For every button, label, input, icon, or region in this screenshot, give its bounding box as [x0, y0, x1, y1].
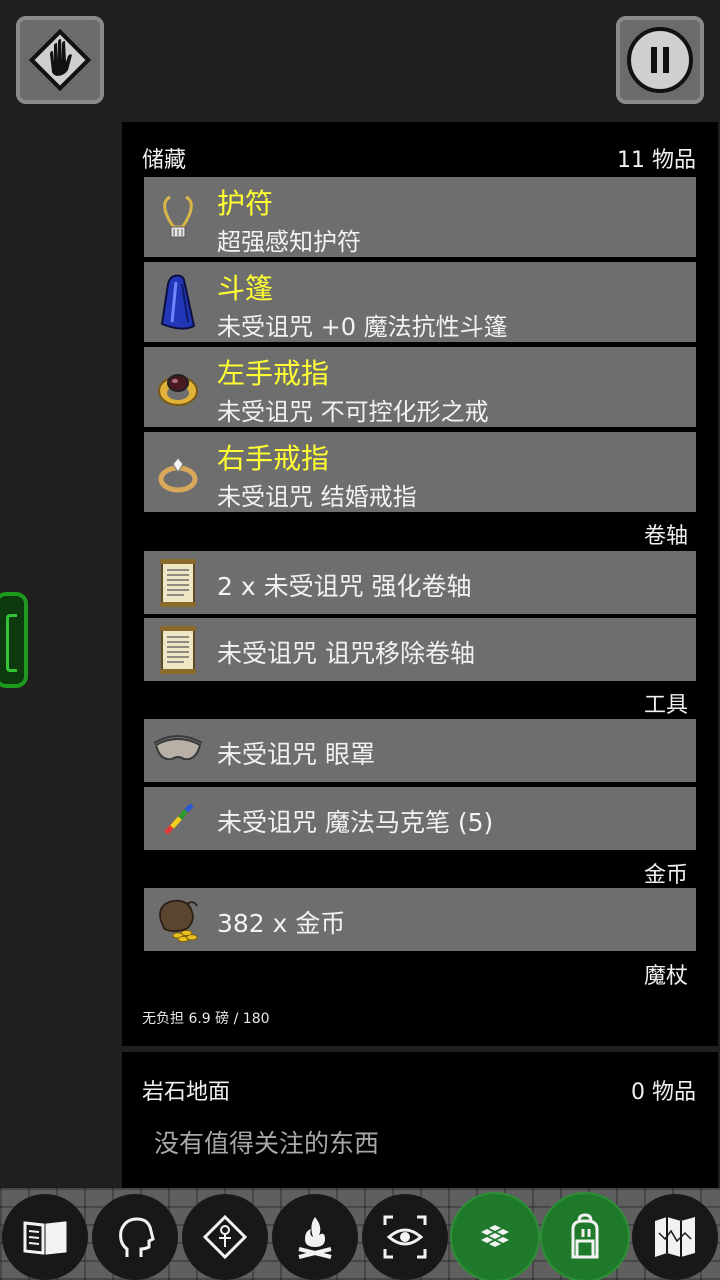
eye-scan-icon — [381, 1213, 429, 1261]
slot-label: 右手戒指 — [217, 442, 330, 475]
hand-stop-button[interactable] — [16, 16, 104, 104]
pause-icon — [624, 24, 696, 96]
ankh-diamond-icon — [201, 1213, 249, 1261]
inventory-item[interactable]: 382 x 金币 — [144, 888, 696, 951]
inventory-item[interactable]: 未受诅咒 魔法马克笔 (5) — [144, 787, 696, 850]
inventory-title: 储藏 — [142, 148, 187, 173]
item-description: 超强感知护符 — [217, 228, 361, 256]
pray-button[interactable] — [182, 1194, 268, 1280]
item-description: 未受诅咒 +0 魔法抗性斗篷 — [217, 313, 508, 341]
slot-label: 斗篷 — [217, 272, 274, 305]
ruby-ring-icon — [152, 361, 204, 413]
inventory-header: 储藏 11 物品 — [142, 142, 696, 174]
look-button[interactable] — [362, 1194, 448, 1280]
item-description: 382 x 金币 — [217, 909, 346, 938]
item-description: 未受诅咒 魔法马克笔 (5) — [217, 808, 494, 837]
floor-empty-text: 没有值得关注的东西 — [154, 1129, 380, 1158]
item-description: 未受诅咒 不可控化形之戒 — [217, 398, 489, 426]
section-label-wands: 魔杖 — [643, 964, 688, 989]
floor-count: 0 物品 — [631, 1080, 696, 1105]
burden-status: 无负担 6.9 磅 / 180 — [142, 1011, 270, 1027]
marker-icon — [152, 793, 204, 845]
scroll-icon — [152, 557, 204, 609]
section-label-tools: 工具 — [643, 693, 688, 718]
inventory-count: 11 物品 — [617, 148, 696, 173]
inventory-item[interactable]: 未受诅咒 眼罩 — [144, 719, 696, 782]
section-label-scrolls: 卷轴 — [643, 524, 688, 549]
gold-bag-icon — [152, 894, 204, 946]
section-label-gold: 金币 — [643, 863, 688, 888]
map-button[interactable] — [632, 1194, 718, 1280]
floor-panel: 岩石地面 0 物品 没有值得关注的东西 — [122, 1052, 718, 1188]
map-icon — [651, 1213, 699, 1261]
floor-title: 岩石地面 — [142, 1080, 231, 1105]
item-description: 未受诅咒 诅咒移除卷轴 — [217, 639, 475, 668]
blindfold-icon — [152, 725, 204, 777]
worn-item-left-ring[interactable]: 左手戒指 未受诅咒 不可控化形之戒 — [144, 347, 696, 427]
hand-stop-icon — [24, 24, 96, 96]
inventory-item[interactable]: 2 x 未受诅咒 强化卷轴 — [144, 551, 696, 614]
item-description: 未受诅咒 眼罩 — [217, 740, 375, 769]
spellbook-icon — [21, 1213, 69, 1261]
amulet-icon — [152, 191, 204, 243]
item-description: 未受诅咒 结婚戒指 — [217, 483, 417, 511]
inventory-panel: 储藏 11 物品 护符 超强感知护符 斗篷 未受诅咒 +0 魔法抗性斗篷 左手戒… — [122, 122, 718, 1046]
worn-item-cloak[interactable]: 斗篷 未受诅咒 +0 魔法抗性斗篷 — [144, 262, 696, 342]
cloak-icon — [152, 274, 204, 330]
worn-item-amulet[interactable]: 护符 超强感知护符 — [144, 177, 696, 257]
character-button[interactable] — [92, 1194, 178, 1280]
floor-header: 岩石地面 0 物品 — [142, 1074, 696, 1106]
floor-items-button[interactable] — [452, 1194, 538, 1280]
head-profile-icon — [111, 1213, 159, 1261]
backpack-icon — [561, 1213, 609, 1261]
rest-button[interactable] — [272, 1194, 358, 1280]
spellbook-button[interactable] — [2, 1194, 88, 1280]
item-description: 2 x 未受诅咒 强化卷轴 — [217, 572, 472, 601]
slot-label: 左手戒指 — [217, 357, 330, 390]
slot-label: 护符 — [217, 187, 274, 220]
inventory-button[interactable] — [542, 1194, 628, 1280]
diamond-ring-icon — [152, 446, 204, 498]
scroll-icon — [152, 624, 204, 676]
pause-button[interactable] — [616, 16, 704, 104]
floor-tiles-icon — [471, 1213, 519, 1261]
side-drawer-handle[interactable] — [0, 592, 28, 688]
campfire-icon — [291, 1213, 339, 1261]
inventory-item[interactable]: 未受诅咒 诅咒移除卷轴 — [144, 618, 696, 681]
worn-item-right-ring[interactable]: 右手戒指 未受诅咒 结婚戒指 — [144, 432, 696, 512]
